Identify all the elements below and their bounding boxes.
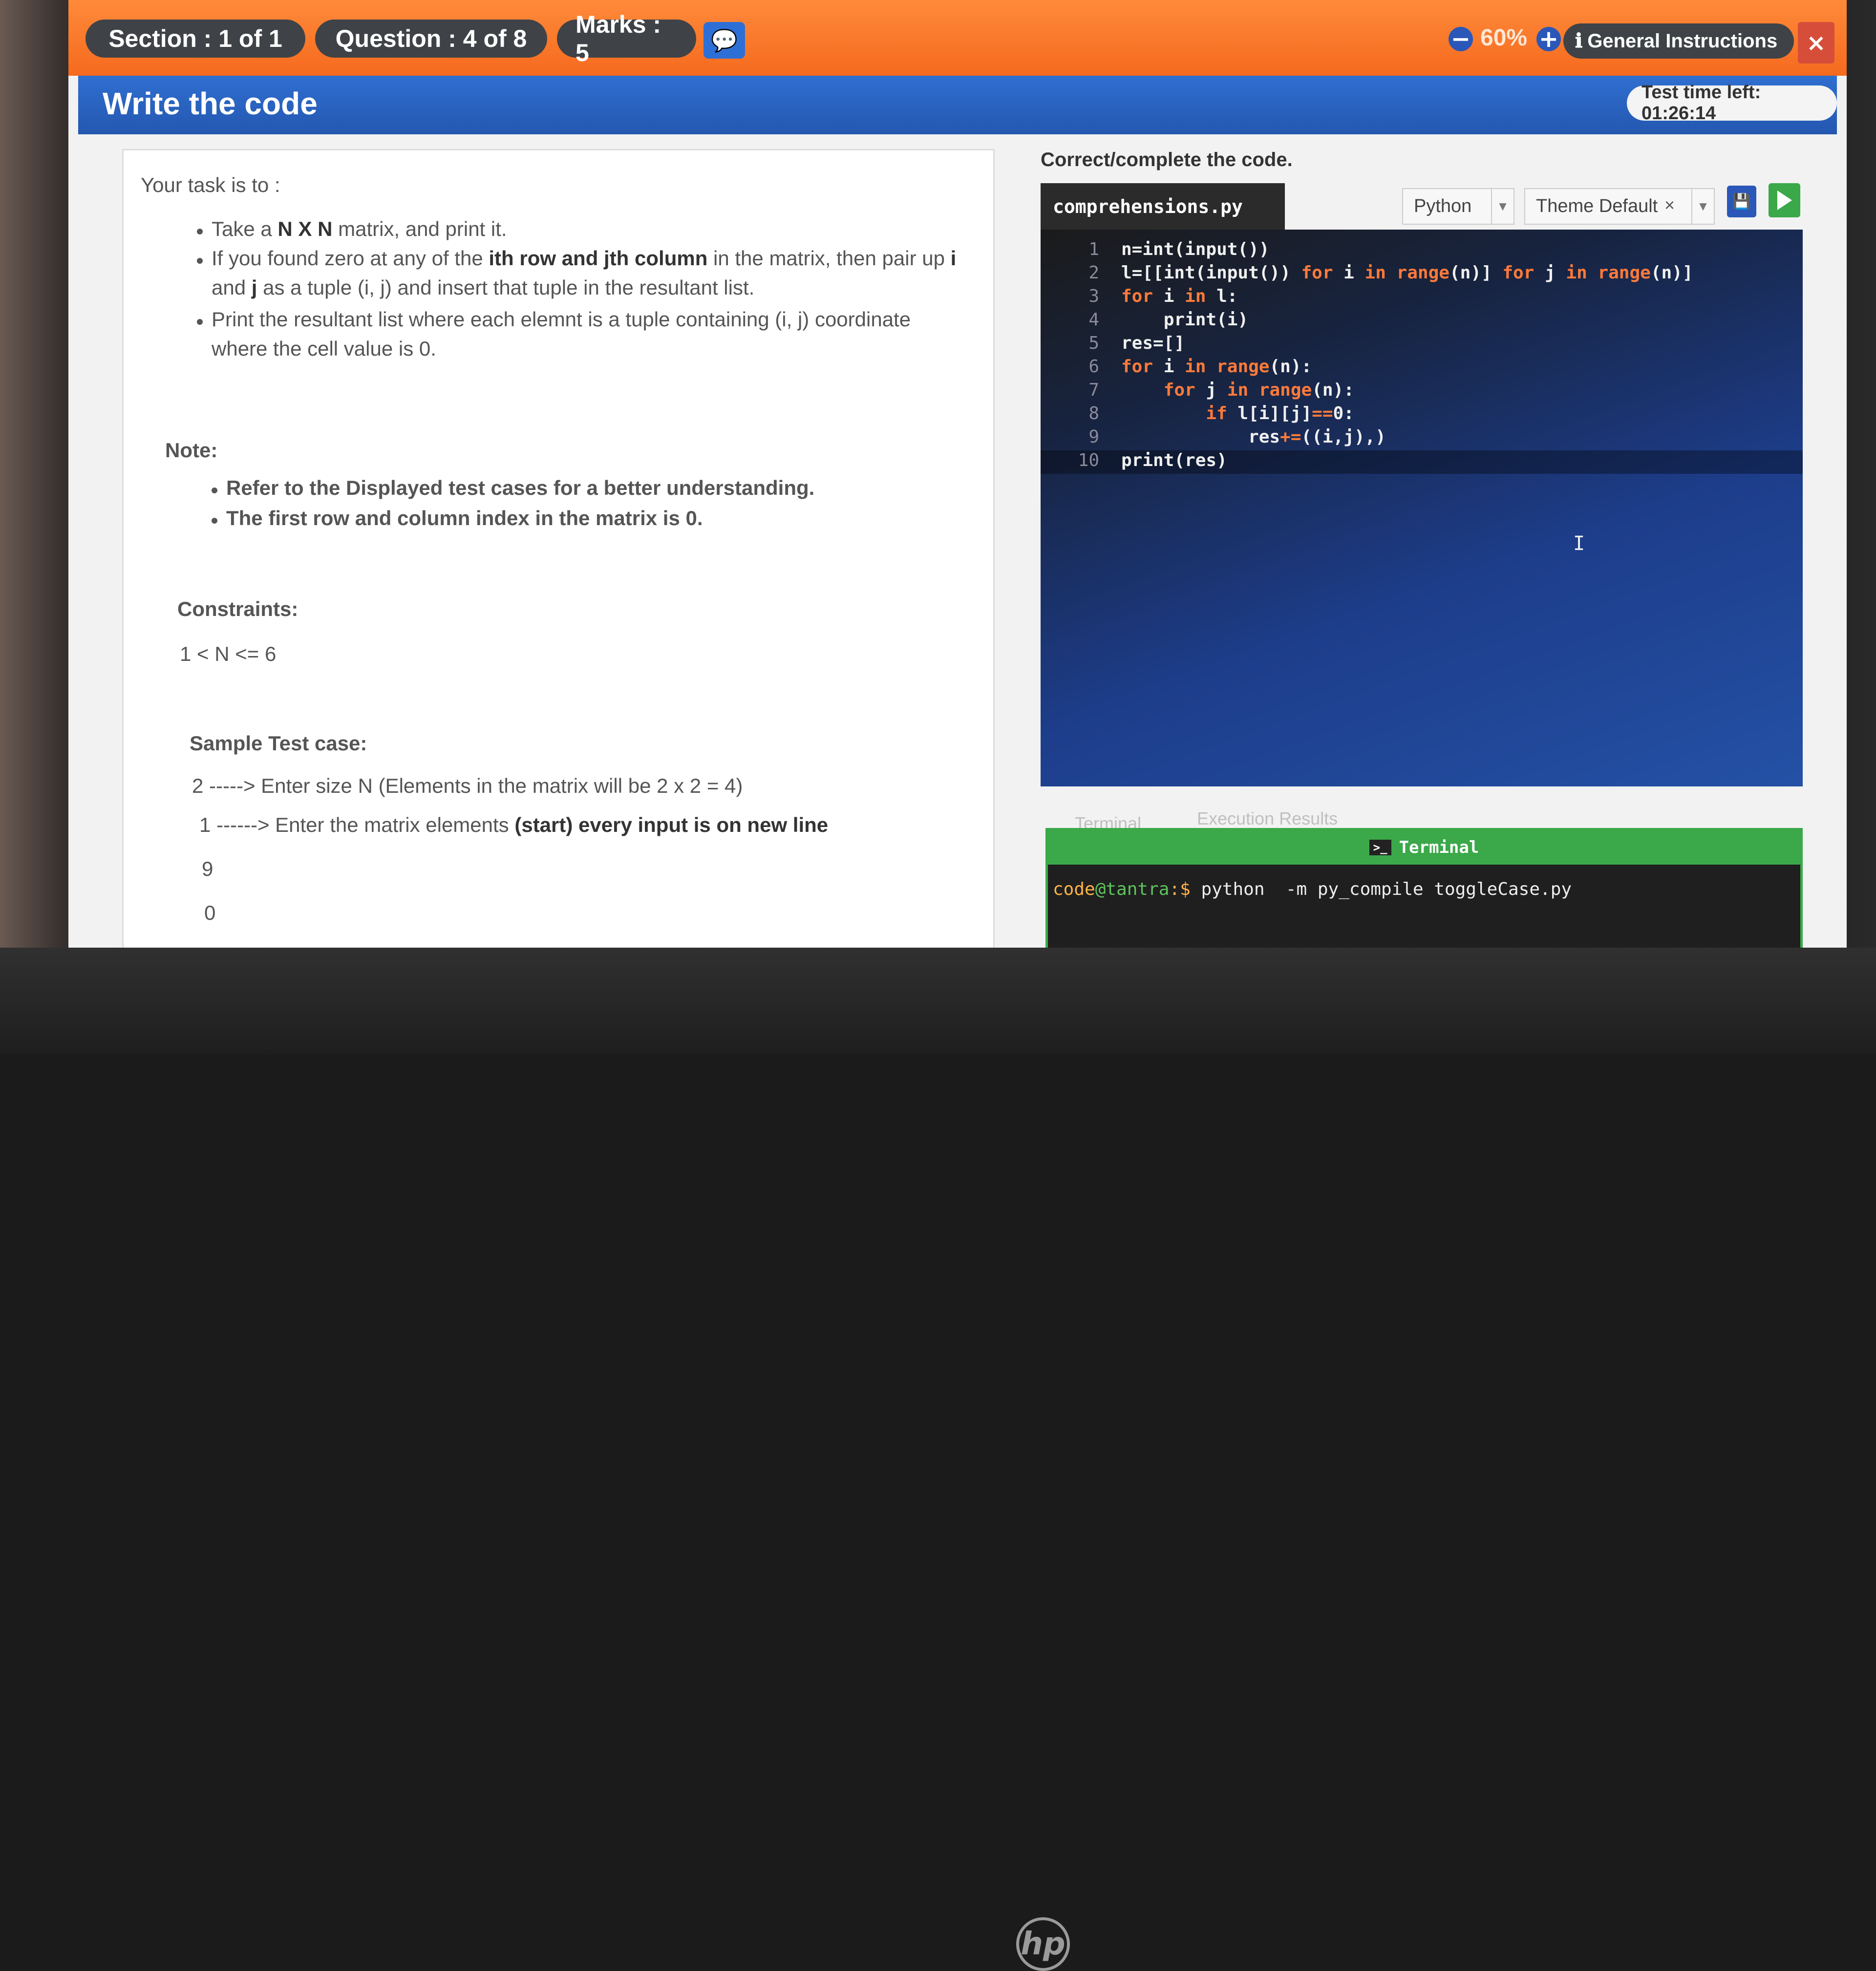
bullet (197, 258, 203, 264)
code-text: res+=((i,j),) (1121, 427, 1386, 447)
top-bar: Section : 1 of 1 Question : 4 of 8 Marks… (68, 0, 1847, 76)
zoom-level: 60% (1480, 25, 1528, 51)
run-button[interactable] (1769, 183, 1800, 217)
page-title: Write the code (103, 86, 318, 121)
code-text: print(res) (1121, 450, 1227, 470)
note-1: Refer to the Displayed test cases for a … (226, 476, 815, 499)
close-button[interactable]: × (1798, 22, 1834, 64)
code-text: print(i) (1121, 310, 1249, 330)
code-line[interactable]: 3 for i in l: (1041, 286, 1803, 310)
title-bar: Write the code Test time left: 01:26:14 (78, 76, 1837, 134)
sample-line: 9 (202, 857, 213, 880)
code-line[interactable]: 2 l=[[int(input()) for i in range(n)] for… (1041, 263, 1803, 286)
terminal-header: >_ Terminal (1048, 830, 1800, 865)
clear-icon[interactable]: × (1664, 195, 1675, 215)
file-tab[interactable]: comprehensions.py (1041, 183, 1285, 230)
line-number: 7 (1088, 380, 1099, 400)
code-line[interactable]: 6 for i in range(n): (1041, 357, 1803, 380)
code-line[interactable]: 8 if l[i][j]==0: (1041, 403, 1803, 427)
task-intro: Your task is to : (141, 173, 280, 196)
code-editor[interactable]: I 1 n=int(input()) 2 l=[[int(input()) for i… (1041, 230, 1803, 786)
chat-button[interactable]: 💬 (704, 22, 745, 59)
sample-heading: Sample Test case: (190, 732, 367, 755)
chevron-down-icon: ▼ (1691, 189, 1714, 224)
line-number: 8 (1088, 403, 1099, 424)
code-text: for i in range(n): (1121, 357, 1312, 377)
save-icon: 💾 (1732, 193, 1751, 210)
code-text: l=[[int(input()) for i in range(n)] for … (1121, 263, 1693, 283)
task-bullet-3-line-2: where the cell value is 0. (212, 337, 436, 360)
note-2: The first row and column index in the ma… (226, 507, 703, 530)
code-line[interactable]: 7 for j in range(n): (1041, 380, 1803, 403)
test-timer: Test time left: 01:26:14 (1627, 82, 1837, 124)
laptop-bezel: hp (0, 948, 1876, 1971)
play-icon (1777, 191, 1792, 210)
code-line[interactable]: 4 print(i) (1041, 310, 1803, 333)
section-indicator: Section : 1 of 1 (85, 20, 305, 58)
theme-select[interactable]: Theme Default × ▼ (1524, 188, 1715, 225)
task-bullet-3-line-1: Print the resultant list where each elem… (212, 308, 911, 331)
chevron-down-icon: ▼ (1491, 189, 1514, 224)
sample-line: 1 ------> Enter the matrix elements (sta… (199, 813, 829, 836)
line-number: 5 (1088, 333, 1099, 353)
laptop-screen: Section : 1 of 1 Question : 4 of 8 Marks… (68, 0, 1847, 953)
code-line[interactable]: 9 res+=((i,j),) (1041, 427, 1803, 450)
bullet (212, 487, 217, 493)
theme-value: Theme Default (1536, 196, 1658, 216)
line-number: 1 (1088, 239, 1099, 259)
question-indicator[interactable]: Question : 4 of 8 (315, 20, 547, 58)
line-number: 10 (1078, 450, 1099, 470)
code-line[interactable]: 5 res=[] (1041, 333, 1803, 357)
code-text: n=int(input()) (1121, 239, 1270, 259)
hp-logo: hp (1016, 1917, 1070, 1971)
bullet (212, 518, 217, 524)
code-line[interactable]: 10 print(res) (1041, 450, 1803, 474)
note-heading: Note: (165, 439, 218, 462)
language-value: Python (1414, 196, 1472, 216)
save-button[interactable]: 💾 (1727, 186, 1756, 217)
zoom-in-button[interactable]: + (1536, 25, 1561, 53)
language-select[interactable]: Python ▼ (1402, 188, 1514, 225)
code-text: if l[i][j]==0: (1206, 403, 1354, 424)
code-text: for j in range(n): (1163, 380, 1354, 400)
marks-indicator: Marks : 5 (557, 11, 696, 66)
constraint: 1 < N <= 6 (180, 642, 277, 665)
task-bullet-1: Take a N X N matrix, and print it. (212, 217, 507, 240)
general-instructions-button[interactable]: ℹ General Instructions (1563, 23, 1794, 59)
line-number: 9 (1088, 427, 1099, 447)
code-text: res=[] (1121, 333, 1185, 353)
question-panel: Your task is to : Take a N X N matrix, a… (122, 149, 995, 953)
sample-line: 2 -----> Enter size N (Elements in the m… (192, 774, 743, 797)
line-number: 4 (1088, 310, 1099, 330)
chat-icon: 💬 (711, 28, 738, 53)
terminal-line: code@tantra:$ python -m py_compile toggl… (1053, 879, 1572, 899)
task-bullet-2-line-1: If you found zero at any of the ith row … (212, 247, 957, 270)
text-cursor-icon: I (1573, 532, 1585, 555)
line-number: 2 (1088, 263, 1099, 283)
zoom-out-button[interactable]: − (1449, 25, 1473, 53)
task-bullet-2-line-2: and j as a tuple (i, j) and insert that … (212, 276, 755, 299)
info-icon: ℹ (1575, 30, 1583, 52)
general-instructions-label: General Instructions (1587, 30, 1778, 52)
bullet (197, 229, 203, 234)
constraints-heading: Constraints: (177, 597, 298, 620)
code-line[interactable]: 1 n=int(input()) (1041, 239, 1803, 263)
sample-line: 0 (204, 901, 216, 924)
code-text: for i in l: (1121, 286, 1238, 306)
terminal-panel[interactable]: >_ Terminal code@tantra:$ python -m py_c… (1045, 828, 1803, 953)
tab-execution-results[interactable]: Execution Results (1197, 808, 1338, 829)
bullet (197, 319, 203, 325)
terminal-title: Terminal (1399, 838, 1479, 857)
line-number: 6 (1088, 357, 1099, 377)
editor-instruction: Correct/complete the code. (1041, 149, 1293, 170)
line-number: 3 (1088, 286, 1099, 306)
terminal-icon: >_ (1369, 840, 1391, 855)
